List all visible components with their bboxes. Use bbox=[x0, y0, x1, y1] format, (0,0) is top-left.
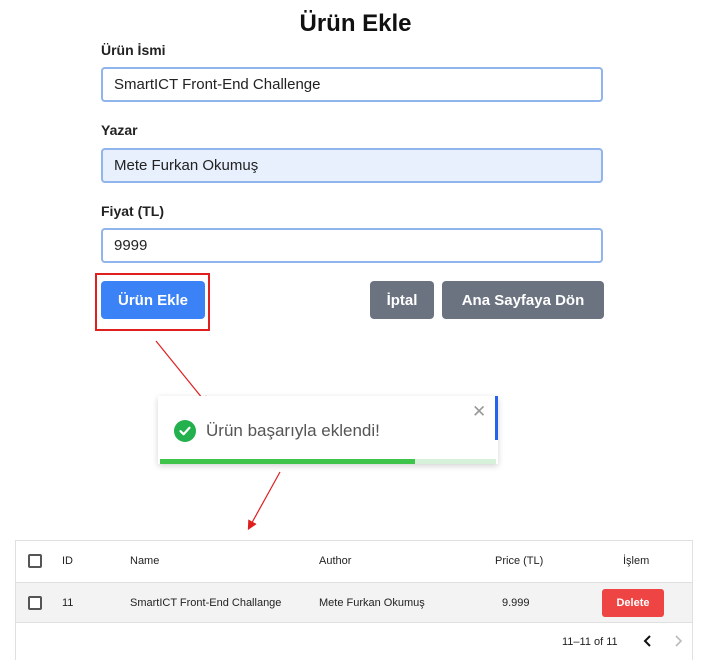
column-header-id[interactable]: ID bbox=[62, 555, 73, 567]
success-toast: Ürün başarıyla eklendi! ✕ bbox=[158, 396, 498, 464]
row-checkbox[interactable] bbox=[28, 596, 42, 610]
close-icon[interactable]: ✕ bbox=[472, 402, 486, 422]
table-row: 11 SmartICT Front-End Challange Mete Fur… bbox=[16, 582, 692, 623]
chevron-left-icon[interactable] bbox=[638, 631, 658, 651]
toast-progress-fill bbox=[160, 459, 416, 464]
column-header-author[interactable]: Author bbox=[319, 555, 351, 567]
pagination-info: 11–11 of 11 bbox=[562, 636, 618, 648]
table-header-row: ID Name Author Price (TL) İşlem bbox=[16, 541, 692, 582]
delete-button[interactable]: Delete bbox=[602, 589, 664, 617]
check-circle-icon bbox=[174, 420, 196, 442]
select-all-checkbox[interactable] bbox=[28, 554, 42, 568]
cell-id: 11 bbox=[62, 597, 74, 609]
cell-price: 9.999 bbox=[502, 597, 530, 609]
column-header-price[interactable]: Price (TL) bbox=[495, 555, 543, 567]
chevron-right-icon[interactable] bbox=[668, 631, 688, 651]
products-table: ID Name Author Price (TL) İşlem 11 Smart… bbox=[15, 540, 693, 660]
cell-author: Mete Furkan Okumuş bbox=[319, 597, 425, 609]
toast-progress-track bbox=[160, 459, 496, 464]
cell-name: SmartICT Front-End Challange bbox=[130, 597, 282, 609]
toast-accent-bar bbox=[495, 396, 498, 440]
annotation-arrow-1 bbox=[155, 340, 209, 406]
toast-message: Ürün başarıyla eklendi! bbox=[206, 421, 380, 440]
annotation-arrow-2 bbox=[247, 471, 281, 531]
column-header-name[interactable]: Name bbox=[130, 555, 159, 567]
column-header-action: İşlem bbox=[623, 555, 650, 567]
